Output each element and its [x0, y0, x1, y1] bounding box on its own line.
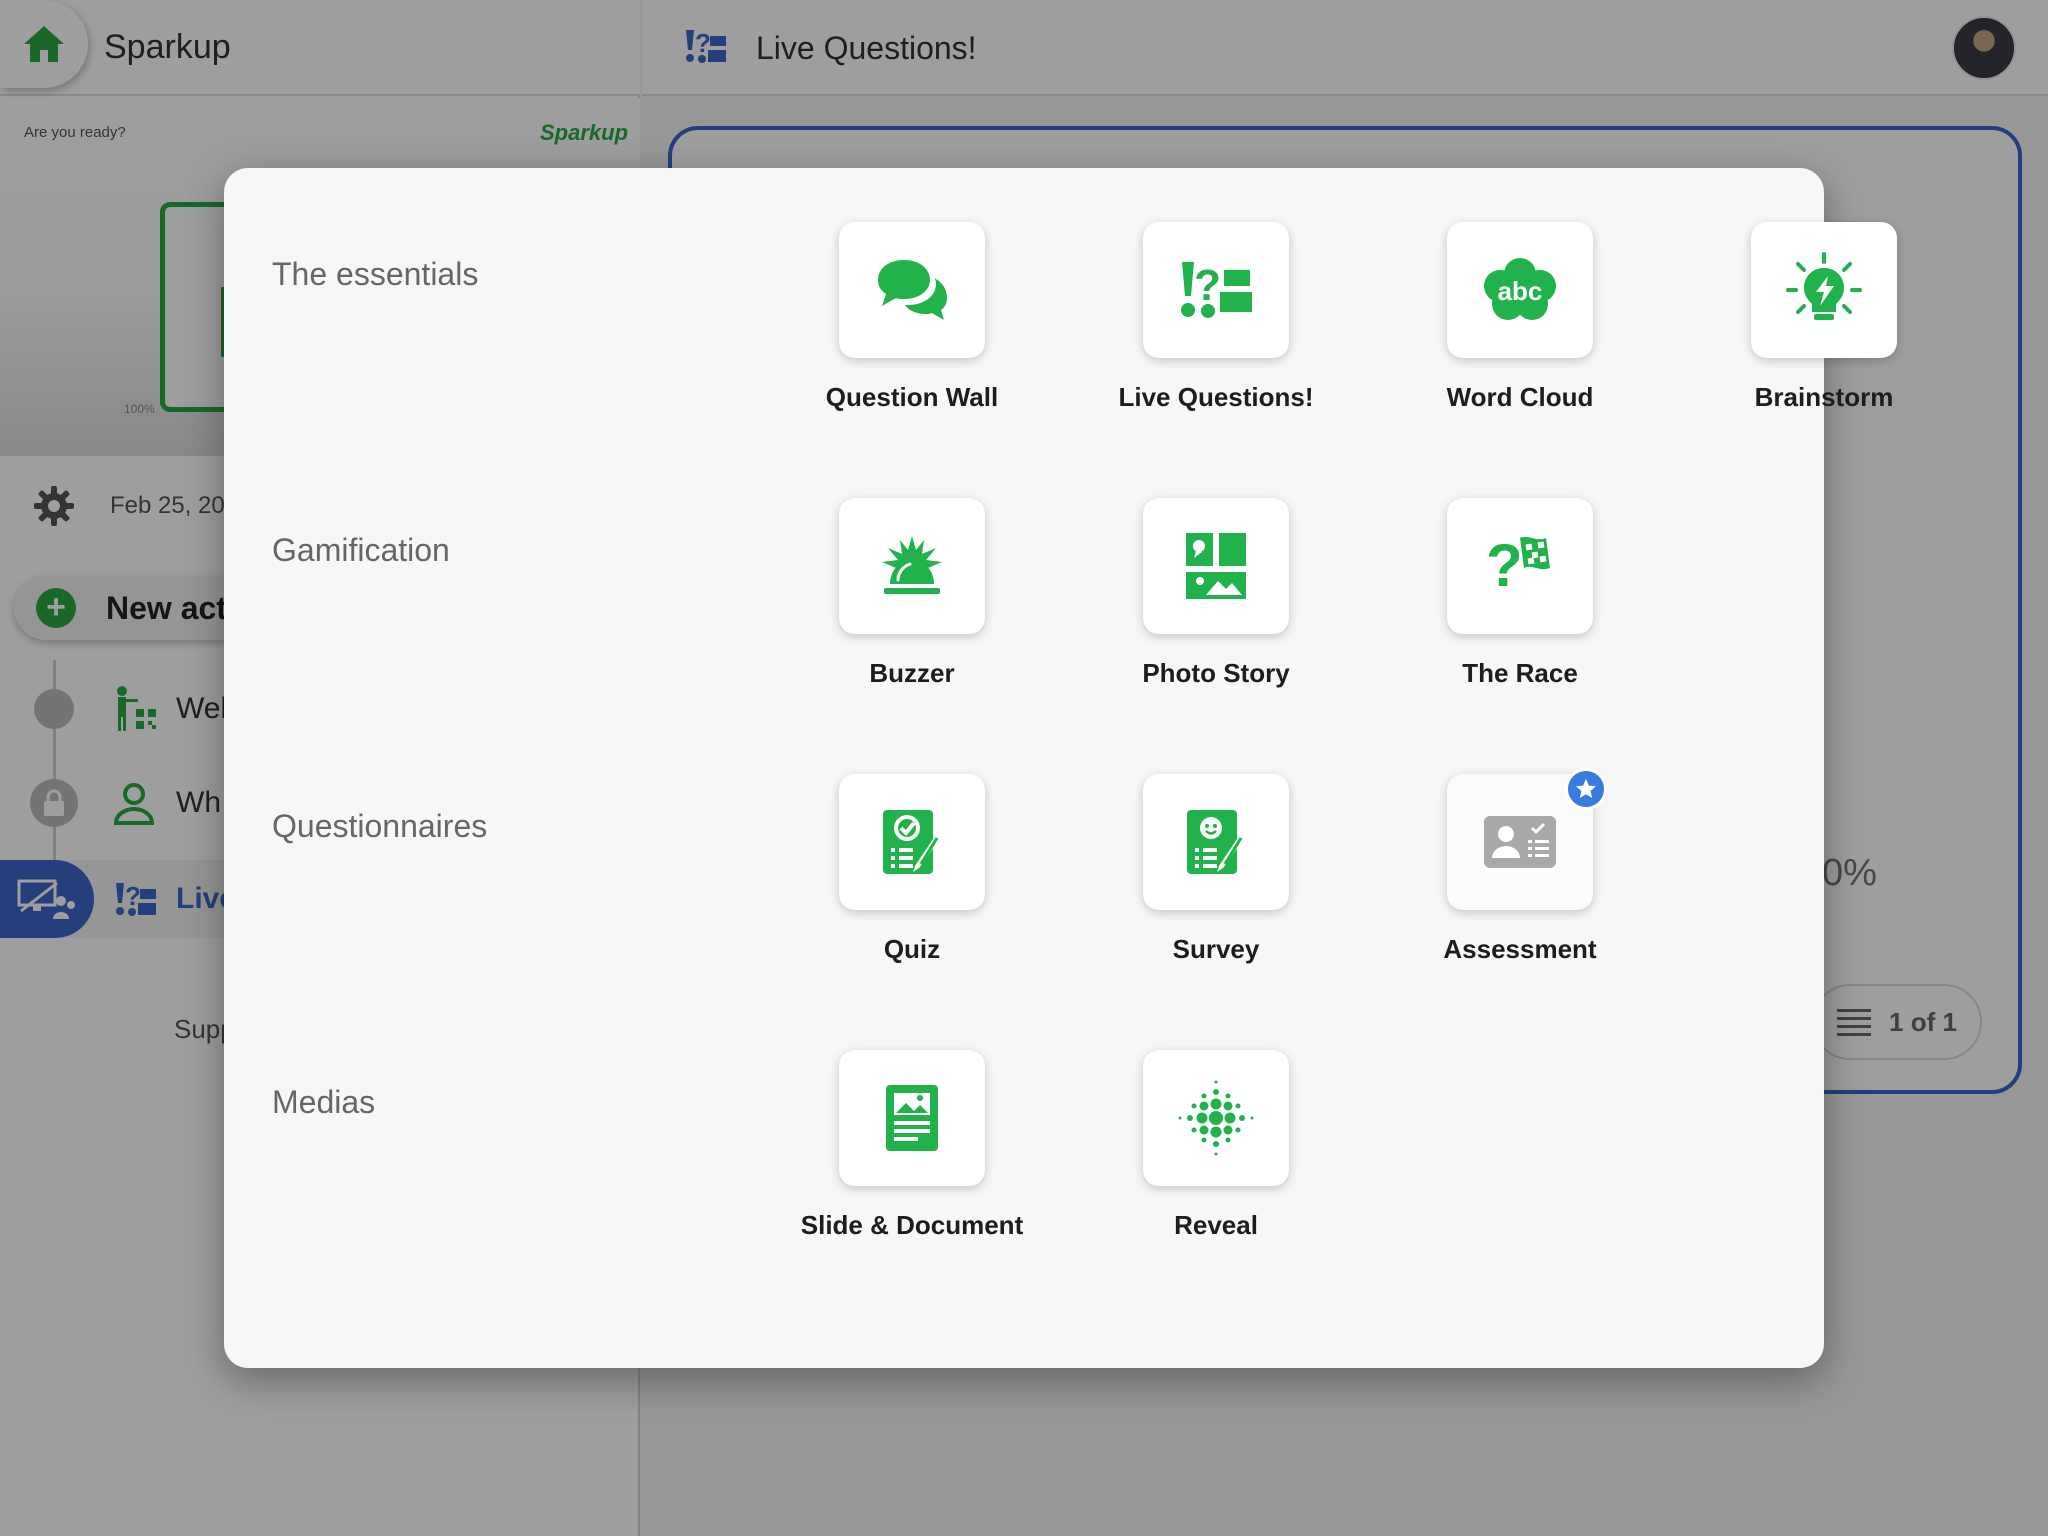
assessment-icon	[1484, 816, 1556, 868]
tile-label: Live Questions!	[1118, 382, 1314, 412]
race-flag-icon: ?	[1486, 532, 1550, 599]
premium-badge	[1565, 768, 1607, 810]
brainstorm-button[interactable]	[1751, 222, 1897, 358]
quiz-button[interactable]	[839, 774, 985, 910]
word-cloud-icon: abc	[1484, 258, 1556, 320]
tile-live-questions[interactable]: ? Live Questions!	[1116, 222, 1316, 436]
tile-label: Quiz	[883, 934, 941, 964]
tile-label: Question Wall	[825, 382, 999, 412]
svg-text:?: ?	[1194, 261, 1221, 310]
survey-icon	[1187, 810, 1243, 874]
slide-document-icon	[886, 1085, 938, 1151]
section-gamification: Gamification Buzzer Photo Story ? The Ra…	[224, 444, 1824, 720]
section-title: The essentials	[272, 256, 479, 292]
quiz-icon	[883, 810, 939, 874]
tile-reveal[interactable]: Reveal	[1116, 1050, 1316, 1264]
section-title: Medias	[272, 1084, 376, 1120]
star-icon	[1576, 779, 1596, 798]
tile-question-wall[interactable]: Question Wall	[812, 222, 1012, 436]
word-cloud-button[interactable]: abc	[1447, 222, 1593, 358]
tile-label: Reveal	[1174, 1210, 1258, 1240]
tile-label: Survey	[1172, 934, 1260, 964]
svg-text:abc: abc	[1498, 276, 1543, 306]
question-wall-button[interactable]	[839, 222, 985, 358]
buzzer-icon	[882, 536, 942, 594]
section-medias: Medias Slide & Document Reveal	[224, 996, 1824, 1272]
tile-label: Assessment	[1443, 934, 1597, 964]
survey-button[interactable]	[1143, 774, 1289, 910]
section-title: Questionnaires	[272, 808, 488, 844]
slide-document-button[interactable]	[839, 1050, 985, 1186]
live-questions-button[interactable]: ?	[1143, 222, 1289, 358]
tile-quiz[interactable]: Quiz	[812, 774, 1012, 988]
tile-buzzer[interactable]: Buzzer	[812, 498, 1012, 712]
tile-assessment[interactable]: Assessment	[1420, 768, 1620, 988]
photo-story-icon	[1186, 533, 1246, 599]
tile-label: Buzzer	[869, 658, 955, 688]
tile-label: Word Cloud	[1446, 382, 1594, 412]
buzzer-button[interactable]	[839, 498, 985, 634]
lightbulb-icon	[1786, 252, 1862, 320]
speech-bubbles-icon	[878, 260, 947, 320]
svg-text:?: ?	[1486, 532, 1523, 599]
tile-slide-document[interactable]: Slide & Document	[801, 1050, 1023, 1264]
live-questions-icon: ?	[1181, 261, 1252, 318]
photo-story-button[interactable]	[1143, 498, 1289, 634]
the-race-button[interactable]: ?	[1447, 498, 1593, 634]
section-title: Gamification	[272, 532, 450, 568]
tile-survey[interactable]: Survey	[1116, 774, 1316, 988]
tile-brainstorm[interactable]: Brainstorm	[1724, 222, 1924, 436]
tile-photo-story[interactable]: Photo Story	[1116, 498, 1316, 712]
assessment-button[interactable]	[1447, 768, 1607, 910]
reveal-button[interactable]	[1143, 1050, 1289, 1186]
tile-label: Slide & Document	[800, 1210, 1024, 1240]
section-essentials: The essentials Question Wall ? Live Ques…	[224, 168, 1897, 444]
tile-label: Photo Story	[1142, 658, 1290, 688]
reveal-icon	[1178, 1080, 1254, 1156]
tile-label: Brainstorm	[1754, 382, 1894, 412]
activity-type-picker: The essentials Question Wall ? Live Ques…	[224, 168, 1897, 1368]
tile-the-race[interactable]: ? The Race	[1420, 498, 1620, 712]
tile-word-cloud[interactable]: abc Word Cloud	[1420, 222, 1620, 436]
tile-label: The Race	[1462, 658, 1578, 688]
section-questionnaires: Questionnaires Quiz Survey Assessment	[224, 720, 1824, 996]
